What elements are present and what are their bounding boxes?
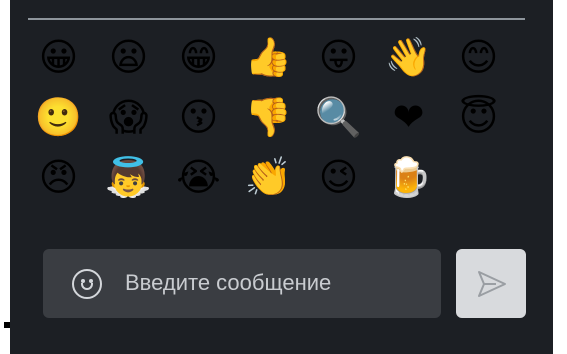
emoji-thumbs-down[interactable]: 👎	[245, 93, 292, 140]
emoji-angry-face[interactable]: 😠	[35, 153, 82, 200]
emoji-kissing-face[interactable]: 😗	[175, 93, 222, 140]
emoji-frowning-face[interactable]: 😦	[105, 33, 152, 80]
emoji-grinning-face[interactable]: 😀	[35, 33, 82, 80]
send-button[interactable]	[456, 249, 526, 318]
emoji-red-heart[interactable]: ❤	[385, 93, 432, 140]
emoji-toggle-button[interactable]	[72, 269, 102, 299]
emoji-grinning-squinting-face[interactable]: 😁	[175, 33, 222, 80]
edge-mark	[4, 322, 10, 328]
emoji-magnifying-glass[interactable]: 🔍	[315, 93, 362, 140]
emoji-baby-angel[interactable]: 👼	[105, 153, 152, 200]
emoji-face-screaming-in-fear[interactable]: 😱	[105, 93, 152, 140]
smiley-icon-mouth	[81, 283, 93, 290]
emoji-slightly-smiling-face[interactable]: 🙂	[35, 93, 82, 140]
emoji-loudly-crying-face[interactable]: 😭	[175, 153, 222, 200]
chat-panel: 😀 😦 😁 👍 😛 👋 😊 🙂 😱 😗 👎 🔍 ❤ 😇 😠 👼 😭 👏 😉 🍺 Введите сообщение	[10, 0, 553, 354]
emoji-smiling-face-with-smiling-eyes[interactable]: 😊	[455, 33, 502, 80]
emoji-beer-mug[interactable]: 🍺	[385, 153, 432, 200]
send-icon	[478, 271, 506, 297]
emoji-waving-hand[interactable]: 👋	[385, 33, 432, 80]
emoji-grid: 😀 😦 😁 👍 😛 👋 😊 🙂 😱 😗 👎 🔍 ❤ 😇 😠 👼 😭 👏 😉 🍺	[35, 27, 502, 207]
emoji-clapping-hands[interactable]: 👏	[245, 153, 292, 200]
emoji-thumbs-up[interactable]: 👍	[245, 33, 292, 80]
message-placeholder: Введите сообщение	[125, 270, 332, 295]
message-input[interactable]: Введите сообщение	[43, 249, 441, 318]
emoji-smiling-face-with-halo[interactable]: 😇	[455, 93, 502, 140]
emoji-face-with-tongue[interactable]: 😛	[315, 33, 362, 80]
emoji-winking-face[interactable]: 😉	[315, 153, 362, 200]
divider	[28, 18, 525, 20]
